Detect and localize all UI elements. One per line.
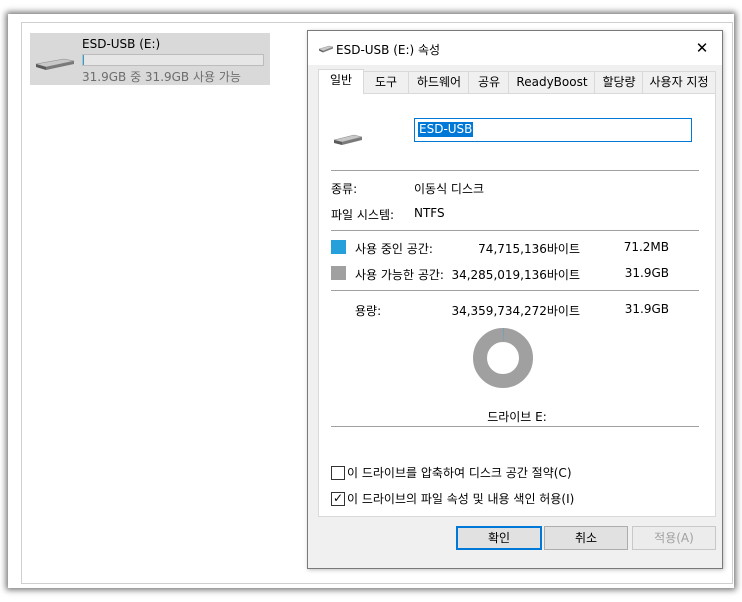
compress-checkbox[interactable]: [331, 466, 345, 480]
apply-button[interactable]: 적용(A): [632, 526, 716, 550]
tab-sharing[interactable]: 공유: [468, 71, 510, 93]
dialog-titlebar[interactable]: ESD-USB (E:) 속성 ✕: [308, 31, 722, 65]
type-label: 종류:: [331, 182, 358, 196]
tab-hardware[interactable]: 하드웨어: [408, 71, 470, 93]
usb-drive-icon: [35, 58, 75, 70]
usb-drive-icon: [333, 134, 363, 145]
screenshot-frame: ESD-USB (E:) 31.9GB 중 31.9GB 사용 가능 ESD-U…: [8, 14, 734, 588]
used-space-bytes: 74,715,136바이트: [478, 242, 580, 256]
index-label[interactable]: 이 드라이브의 파일 속성 및 내용 색인 허용(I): [347, 490, 574, 507]
separator: [331, 426, 699, 427]
drive-caption: 드라이브 E:: [487, 410, 547, 424]
tab-general[interactable]: 일반: [318, 69, 364, 94]
capacity-label: 용량:: [355, 304, 382, 318]
close-button[interactable]: ✕: [688, 37, 716, 59]
drive-name: ESD-USB (E:): [82, 37, 161, 51]
explorer-content: ESD-USB (E:) 31.9GB 중 31.9GB 사용 가능 ESD-U…: [21, 22, 733, 584]
used-space-label: 사용 중인 공간:: [355, 242, 433, 256]
tab-tools[interactable]: 도구: [362, 71, 410, 93]
separator: [331, 170, 699, 171]
file-system-label: 파일 시스템:: [331, 208, 395, 222]
volume-name-selected-text: ESD-USB: [418, 122, 474, 137]
dialog-title: ESD-USB (E:) 속성: [336, 43, 441, 57]
usb-drive-icon: [318, 45, 334, 53]
separator: [331, 230, 699, 231]
tab-quota[interactable]: 할당량: [594, 71, 644, 93]
used-space-size: 71.2MB: [623, 240, 669, 254]
used-space-swatch: [331, 240, 346, 254]
drive-item-esd-usb[interactable]: ESD-USB (E:) 31.9GB 중 31.9GB 사용 가능: [30, 33, 270, 85]
drive-free-text: 31.9GB 중 31.9GB 사용 가능: [82, 70, 241, 84]
free-space-swatch: [331, 266, 346, 280]
tab-customize[interactable]: 사용자 지정: [642, 71, 716, 93]
tab-readyboost[interactable]: ReadyBoost: [508, 71, 596, 93]
file-system-value: NTFS: [414, 206, 445, 220]
free-space-bytes: 34,285,019,136바이트: [451, 268, 580, 282]
free-space-label: 사용 가능한 공간:: [355, 268, 444, 282]
index-checkbox[interactable]: ✓: [331, 491, 345, 506]
tab-strip: 일반 도구 하드웨어 공유 ReadyBoost 할당량 사용자 지정: [318, 69, 716, 94]
ok-button[interactable]: 확인: [456, 526, 542, 550]
general-tab-panel: ESD-USB 종류: 이동식 디스크 파일 시스템: NTFS 사용 중인 공…: [318, 93, 716, 517]
capacity-size: 31.9GB: [624, 302, 669, 316]
separator: [331, 290, 699, 291]
check-icon: ✓: [333, 491, 344, 505]
properties-dialog: ESD-USB (E:) 속성 ✕ 일반 도구 하드웨어 공유 ReadyBoo…: [307, 30, 723, 569]
close-icon: ✕: [695, 39, 709, 57]
free-space-size: 31.9GB: [624, 266, 669, 280]
drive-usage-bar: [82, 54, 264, 66]
volume-name-input[interactable]: ESD-USB: [414, 118, 692, 142]
capacity-bytes: 34,359,734,272바이트: [451, 304, 580, 318]
type-value: 이동식 디스크: [414, 182, 485, 196]
cancel-button[interactable]: 취소: [544, 526, 628, 550]
compress-label[interactable]: 이 드라이브를 압축하여 디스크 공간 절약(C): [347, 464, 572, 481]
disk-usage-donut: [473, 328, 533, 388]
